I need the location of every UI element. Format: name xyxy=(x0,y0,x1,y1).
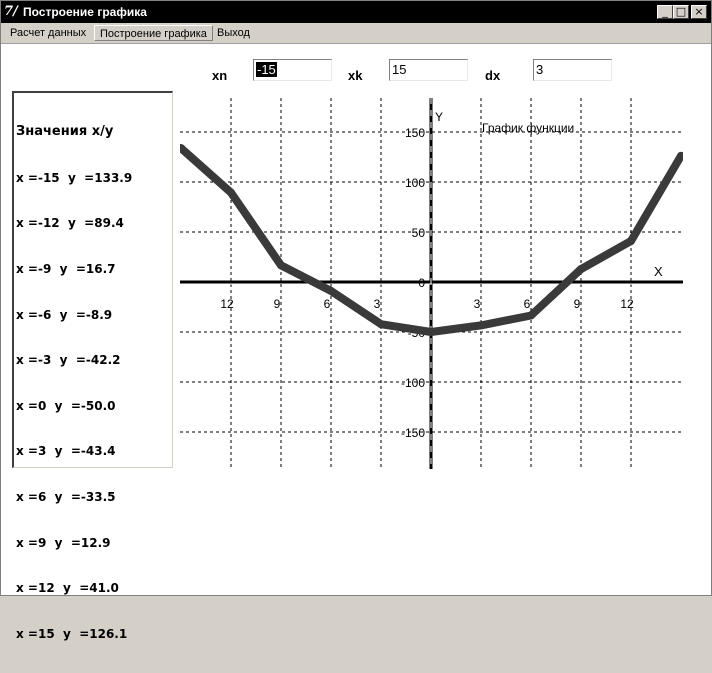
chart-title: График функции xyxy=(482,121,574,135)
xn-value: -15 xyxy=(256,62,277,77)
maximize-button[interactable]: □ xyxy=(673,5,689,19)
values-list-item[interactable]: x =-15 y =133.9 xyxy=(16,171,172,186)
xk-input[interactable]: 15 xyxy=(389,59,468,81)
x-tick-label: 6 xyxy=(524,297,531,311)
data-point xyxy=(277,261,285,270)
x-tick-label: 12 xyxy=(620,297,634,311)
window-title: Построение графика xyxy=(23,5,147,19)
values-list-title: Значения x/y xyxy=(16,124,114,140)
data-point xyxy=(427,328,435,336)
values-list-item[interactable]: x =-6 y =-8.9 xyxy=(16,308,172,323)
data-point xyxy=(327,286,335,295)
dx-label: dx xyxy=(485,68,501,83)
y-tick-label: 0 xyxy=(418,276,425,290)
data-point xyxy=(627,237,635,245)
y-tick-label: -100 xyxy=(401,376,425,390)
xk-value: 15 xyxy=(392,62,407,77)
xn-input[interactable]: -15 xyxy=(253,59,332,81)
values-list-item[interactable]: x =12 y =41.0 xyxy=(16,581,172,596)
x-tick-label: 9 xyxy=(274,297,281,311)
values-list-item[interactable]: x =-3 y =-42.2 xyxy=(16,353,172,368)
values-list-item[interactable]: x =9 y =12.9 xyxy=(16,536,172,551)
dx-input[interactable]: 3 xyxy=(533,59,612,81)
menu-item-exit[interactable]: Выход xyxy=(212,25,255,41)
x-tick-label: 6 xyxy=(324,297,331,311)
values-list-item[interactable]: x =3 y =-43.4 xyxy=(16,444,172,459)
function-plot: 12 9 6 3 3 6 9 12150100500-50-100-150 График фу… xyxy=(180,98,683,469)
data-point xyxy=(577,265,585,274)
y-tick-label: -150 xyxy=(401,426,425,440)
xk-label: xk xyxy=(348,68,363,83)
x-tick-label: 3 xyxy=(374,297,381,311)
minimize-button[interactable]: _ xyxy=(657,5,673,19)
x-tick-label: 12 xyxy=(220,297,234,311)
y-tick-label: 150 xyxy=(405,126,425,140)
values-list-item[interactable]: x =-9 y =16.7 xyxy=(16,262,172,277)
xn-label: xn xyxy=(212,68,228,83)
data-point xyxy=(227,188,235,197)
data-point xyxy=(527,311,535,320)
x-axis-label: X xyxy=(654,264,663,279)
menu-bar: Расчет данных Построение графика Выход xyxy=(1,23,711,44)
values-list-item[interactable]: x =-12 y =89.4 xyxy=(16,216,172,231)
data-point xyxy=(377,320,385,329)
values-list-item[interactable]: x =6 y =-33.5 xyxy=(16,490,172,505)
close-button[interactable]: × xyxy=(691,5,707,19)
menu-item-calc[interactable]: Расчет данных xyxy=(5,25,91,41)
values-list-item[interactable]: x =15 y =126.1 xyxy=(16,627,172,642)
y-tick-label: 50 xyxy=(412,226,426,240)
axes xyxy=(180,98,683,469)
app-window: 7/ Построение графика _ □ × Расчет данны… xyxy=(0,0,712,641)
x-tick-label: 3 xyxy=(474,297,481,311)
delphi-7-icon: 7/ xyxy=(4,4,18,19)
menu-item-plot[interactable]: Построение графика xyxy=(94,25,213,41)
values-listbox[interactable]: Значения x/y x =-15 y =133.9 x =-12 y =8… xyxy=(12,91,173,641)
x-tick-label: 9 xyxy=(574,297,581,311)
values-list-item[interactable]: x =0 y =-50.0 xyxy=(16,399,172,414)
data-point xyxy=(477,321,485,330)
dx-value: 3 xyxy=(536,62,544,77)
y-axis-label: Y xyxy=(435,110,443,124)
title-bar[interactable]: 7/ Построение графика _ □ × xyxy=(1,1,711,23)
y-tick-label: 100 xyxy=(405,176,425,190)
